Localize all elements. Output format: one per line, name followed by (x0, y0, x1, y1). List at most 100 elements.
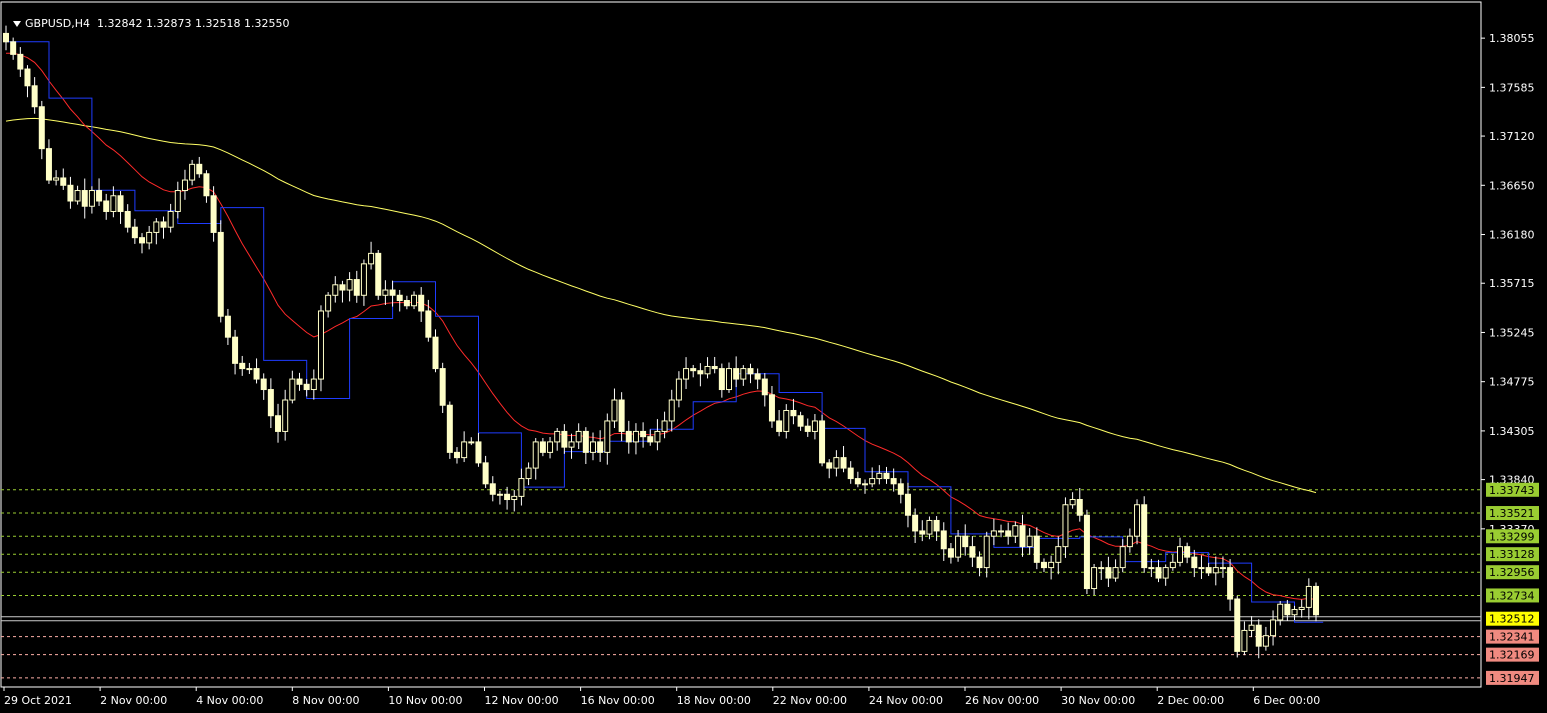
candle-up (704, 365, 711, 375)
candle-up (1012, 525, 1019, 537)
candle-up (632, 430, 639, 443)
fast-ma-line (5, 52, 1317, 601)
candle-up (1026, 535, 1033, 548)
slow-ma-line (5, 117, 1317, 494)
time-tick-label: 4 Nov 00:00 (196, 694, 263, 707)
ohlc-high: 1.32873 (145, 17, 192, 30)
candle-up (1262, 635, 1269, 647)
candle-up (1098, 567, 1105, 570)
candle-down (475, 441, 482, 464)
candle-down (969, 546, 976, 558)
time-tick-label: 12 Nov 00:00 (485, 694, 559, 707)
level-label: 1.33128 (1489, 548, 1535, 561)
candle-down (1083, 514, 1090, 590)
candle-down (854, 478, 861, 485)
candle-up (575, 430, 582, 443)
candle-down (804, 425, 811, 432)
price-tick-label: 1.37585 (1489, 81, 1535, 94)
candle-up (1198, 567, 1205, 570)
time-tick-label: 10 Nov 00:00 (388, 694, 462, 707)
candle-down (539, 441, 546, 453)
time-tick-label: 22 Nov 00:00 (773, 694, 847, 707)
candle-down (597, 441, 604, 453)
ohlc-open: 1.32842 (96, 17, 143, 30)
candle-down (640, 430, 647, 438)
candle-up (1162, 567, 1169, 579)
candle-down (718, 368, 725, 391)
candle-down (847, 467, 854, 480)
time-tick-label: 29 Oct 2021 (4, 694, 72, 707)
symbol-label: GBPUSD,H4 (25, 17, 90, 30)
step-line (6, 41, 1324, 623)
candle-down (217, 231, 224, 317)
candle-down (1205, 567, 1212, 574)
candle-up (1062, 504, 1069, 548)
candle-up (604, 420, 611, 453)
candle-up (1176, 546, 1183, 563)
candle-down (711, 365, 718, 370)
candle-down (396, 294, 403, 302)
candle-down (890, 478, 897, 485)
ohlc-close: 1.32550 (243, 17, 290, 30)
time-tick-label: 26 Nov 00:00 (965, 694, 1039, 707)
candle-up (153, 221, 160, 233)
price-tick-label: 1.34775 (1489, 376, 1535, 389)
candle-down (31, 85, 38, 108)
candle-down (947, 548, 954, 558)
candle-down (67, 184, 74, 202)
level-label: 1.31947 (1489, 672, 1535, 685)
candle-up (511, 495, 518, 501)
candle-down (754, 373, 761, 380)
candle-down (1076, 499, 1083, 516)
candle-up (783, 409, 790, 432)
candle-down (1005, 530, 1012, 537)
candle-up (461, 441, 468, 459)
symbol-header[interactable]: GBPUSD,H4 1.32842 1.32873 1.32518 1.3255… (6, 4, 289, 30)
candle-up (360, 263, 367, 296)
price-tick-label: 1.34305 (1489, 425, 1535, 438)
candle-up (675, 378, 682, 401)
candle-down (1255, 624, 1262, 647)
candle-down (239, 362, 246, 370)
candle-up (1298, 606, 1305, 610)
price-chart[interactable]: 1.38055 1.37585 1.37120 1.36650 1.36180 1.357… (0, 0, 1547, 713)
candle-up (1148, 567, 1155, 570)
candle-up (346, 279, 353, 291)
candle-down (10, 41, 17, 55)
ohlc-low: 1.32518 (194, 17, 241, 30)
candle-down (418, 294, 425, 312)
price-tick-label: 1.36180 (1489, 229, 1535, 242)
candle-down (210, 195, 217, 233)
candle-up (1112, 567, 1119, 579)
candle-down (826, 462, 833, 469)
candle-down (690, 368, 697, 372)
candle-up (325, 294, 332, 312)
level-label: 1.32512 (1489, 613, 1535, 626)
candle-up (146, 231, 153, 244)
candle-up (310, 378, 317, 391)
chevron-down-icon[interactable] (13, 21, 21, 27)
candle-down (24, 68, 31, 87)
candle-up (88, 190, 95, 207)
candles (3, 25, 1319, 659)
price-tick-label: 1.37120 (1489, 130, 1535, 143)
candle-up (983, 535, 990, 569)
candle-up (1091, 567, 1098, 590)
level-label: 1.33299 (1489, 530, 1535, 543)
level-label: 1.32341 (1489, 631, 1535, 644)
candle-down (768, 394, 775, 422)
candle-up (1169, 561, 1176, 569)
candle-down (904, 493, 911, 516)
candle-up (683, 368, 690, 380)
candle-up (1119, 546, 1126, 569)
candle-up (1277, 603, 1284, 621)
candle-down (425, 310, 432, 338)
candle-up (53, 177, 60, 181)
candle-up (611, 399, 618, 422)
candle-up (74, 190, 81, 202)
candle-down (38, 106, 45, 150)
candle-up (862, 483, 869, 486)
candle-down (1313, 585, 1319, 616)
candle-down (1033, 535, 1040, 563)
candle-up (518, 478, 525, 497)
